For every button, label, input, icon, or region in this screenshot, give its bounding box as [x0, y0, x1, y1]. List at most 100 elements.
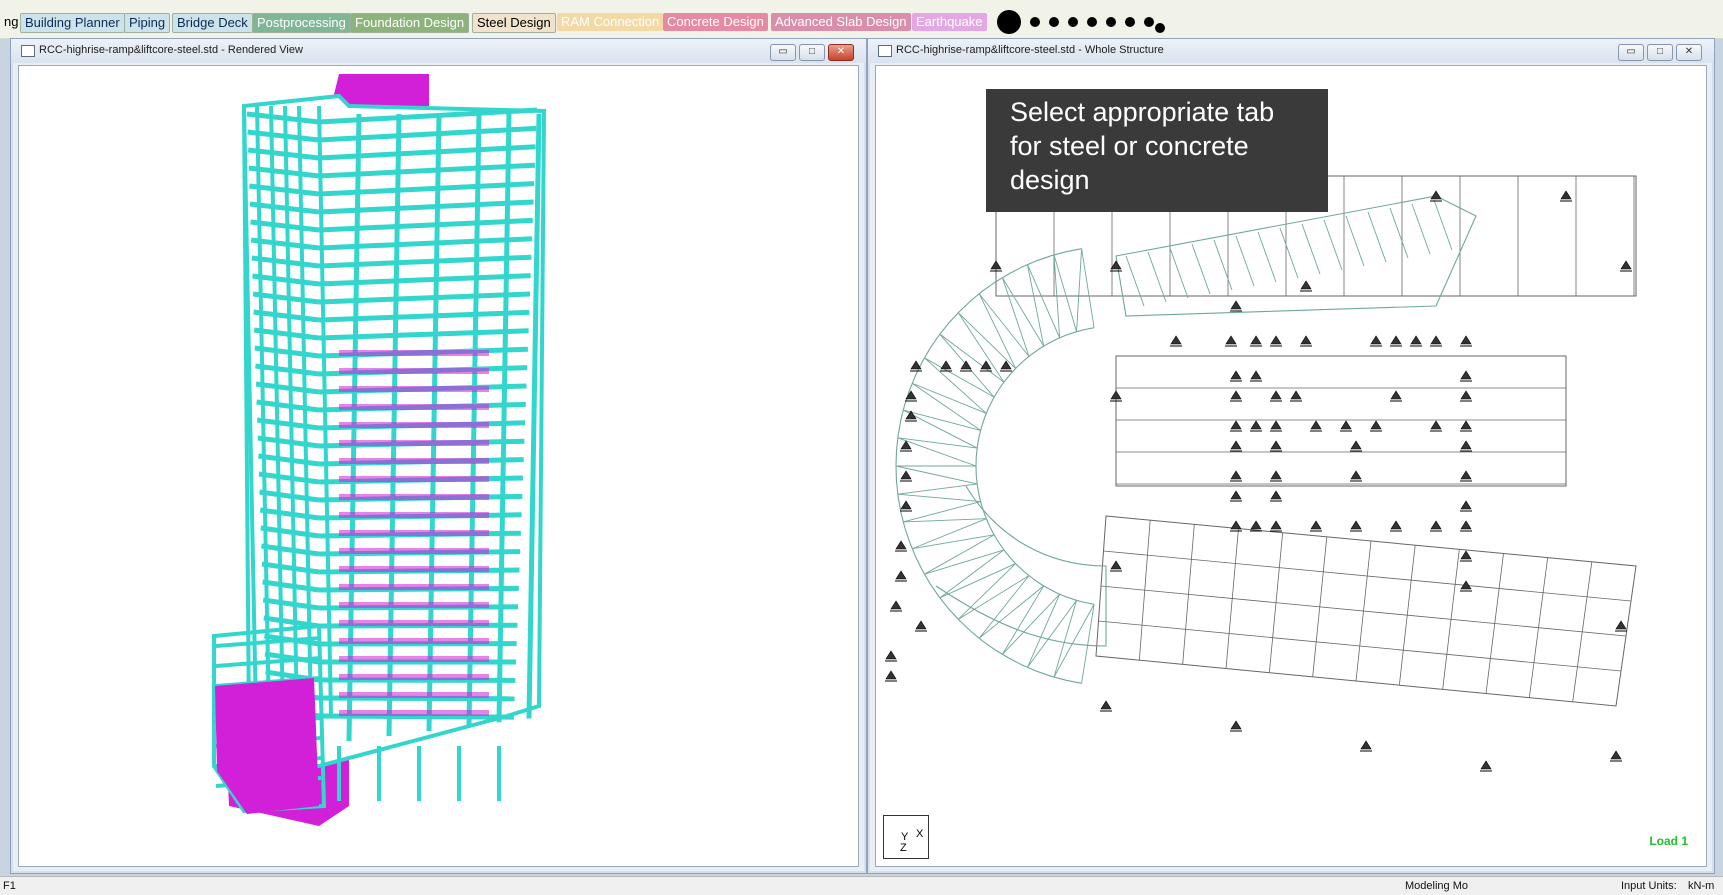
tab-foundation-design[interactable]: Foundation Design [350, 13, 469, 33]
support-icon [1111, 391, 1121, 399]
support-icon [1301, 336, 1311, 344]
ramp-mesh [1077, 249, 1082, 332]
tab-ram-connection[interactable]: RAM Connection [557, 13, 663, 31]
close-button[interactable]: ✕ [828, 44, 854, 61]
ramp-mesh [1302, 224, 1320, 274]
support-icon [891, 601, 901, 609]
ramp-mesh [958, 313, 1004, 382]
support-icon [1111, 261, 1121, 269]
support-icon [1271, 441, 1281, 449]
support-icon [896, 571, 906, 579]
support-icon [1231, 301, 1241, 309]
tab-advanced-slab-design[interactable]: Advanced Slab Design [771, 13, 911, 31]
ramp-mesh [940, 550, 1004, 598]
maximize-button[interactable]: □ [799, 44, 825, 61]
support-icon [886, 651, 896, 659]
ramp-mesh [1346, 216, 1364, 266]
floor-core-slab [339, 458, 489, 464]
ramp-mesh [1434, 200, 1452, 250]
support-icon [1461, 441, 1471, 449]
rendered-view-window[interactable]: RCC-highrise-ramp&liftcore-steel.std - R… [10, 38, 867, 874]
ramp-mesh [1054, 255, 1077, 332]
support-icon [1226, 336, 1236, 344]
rendered-view-title: RCC-highrise-ramp&liftcore-steel.std - R… [39, 44, 303, 56]
support-icon [1391, 521, 1401, 529]
ramp-mesh [903, 519, 986, 522]
tab-steel-design[interactable]: Steel Design [472, 13, 556, 33]
floor-core-slab [339, 674, 489, 680]
floor-core-slab [339, 350, 489, 356]
support-icon [961, 361, 971, 369]
support-icon [1271, 391, 1281, 399]
ramp-mesh [1214, 240, 1232, 290]
support-icon [1616, 621, 1626, 629]
tab-bridge-deck[interactable]: Bridge Deck [172, 13, 253, 33]
support-icon [1231, 721, 1241, 729]
axis-triad: Y X Z [883, 815, 929, 859]
rendered-view-canvas[interactable] [18, 65, 859, 867]
support-icon [1171, 336, 1181, 344]
tab-postprocessing[interactable]: Postprocessing [252, 13, 351, 33]
ramp-mesh [1170, 248, 1188, 298]
core-grid [1116, 356, 1566, 486]
whole-structure-title: RCC-highrise-ramp&liftcore-steel.std - W… [896, 44, 1164, 56]
floor-core-slab [339, 494, 489, 500]
floor-beam-front [319, 698, 515, 699]
tab-piping[interactable]: Piping [124, 13, 170, 33]
callout-line-2: for steel or concrete [1010, 129, 1328, 163]
maximize-button[interactable]: □ [1647, 44, 1673, 61]
tab-earthquake[interactable]: Earthquake [912, 13, 987, 31]
minimize-button[interactable]: ▭ [1618, 44, 1644, 61]
support-icon [901, 501, 911, 509]
ramp-mesh [903, 410, 980, 430]
ramp-mesh [958, 576, 1029, 620]
support-icon [1111, 561, 1121, 569]
status-units-value: kN-m [1688, 880, 1714, 892]
floor-beam-front [319, 716, 514, 717]
window-icon [21, 45, 35, 57]
window-icon [878, 45, 892, 57]
floor-core-slab [339, 584, 489, 590]
support-icon [1431, 191, 1441, 199]
whole-structure-titlebar[interactable]: RCC-highrise-ramp&liftcore-steel.std - W… [868, 39, 1714, 63]
close-button[interactable]: ✕ [1676, 44, 1702, 61]
ramp-mesh [1082, 249, 1095, 328]
tab-concrete-design[interactable]: Concrete Design [663, 13, 768, 31]
ramp-mesh [940, 564, 1016, 598]
ramp-mesh [1002, 594, 1059, 654]
support-icon [1371, 421, 1381, 429]
floor-core-slab [339, 692, 489, 698]
support-icon [1461, 421, 1471, 429]
ramp-mesh [1368, 212, 1386, 262]
ramp-mesh-edge [976, 328, 1094, 605]
callout-line-3: design [1010, 163, 1328, 197]
tab-building-planner[interactable]: Building Planner [20, 13, 125, 33]
support-icon [1271, 421, 1281, 429]
ramp-mesh [1412, 204, 1430, 254]
load-case-label: Load 1 [1649, 834, 1688, 848]
floor-core-slab [339, 476, 489, 482]
ramp-mesh [1280, 228, 1298, 278]
design-tab-bar: ng Building Planner Piping Bridge Deck P… [0, 0, 1723, 39]
ramp-mesh [979, 294, 1029, 357]
support-icon [1271, 336, 1281, 344]
minimize-button[interactable]: ▭ [770, 44, 796, 61]
ramp-mesh [1027, 600, 1076, 667]
floor-core-slab [339, 656, 489, 662]
ramp-mesh [924, 358, 986, 414]
instruction-callout: Select appropriate tab for steel or conc… [986, 89, 1328, 212]
support-icon [1271, 521, 1281, 529]
floor-core-slab [339, 404, 489, 410]
rendered-view-titlebar[interactable]: RCC-highrise-ramp&liftcore-steel.std - R… [11, 39, 866, 63]
support-icon [1271, 471, 1281, 479]
ramp-mesh [1258, 232, 1276, 282]
floor-core-slab [339, 638, 489, 644]
ramp-mesh [898, 484, 977, 494]
support-icon [1461, 551, 1471, 559]
support-icon [916, 621, 926, 629]
support-icon [1391, 391, 1401, 399]
support-icon [1431, 421, 1441, 429]
support-icon [991, 261, 1001, 269]
floor-core-slab [339, 512, 489, 518]
support-icon [1461, 501, 1471, 509]
